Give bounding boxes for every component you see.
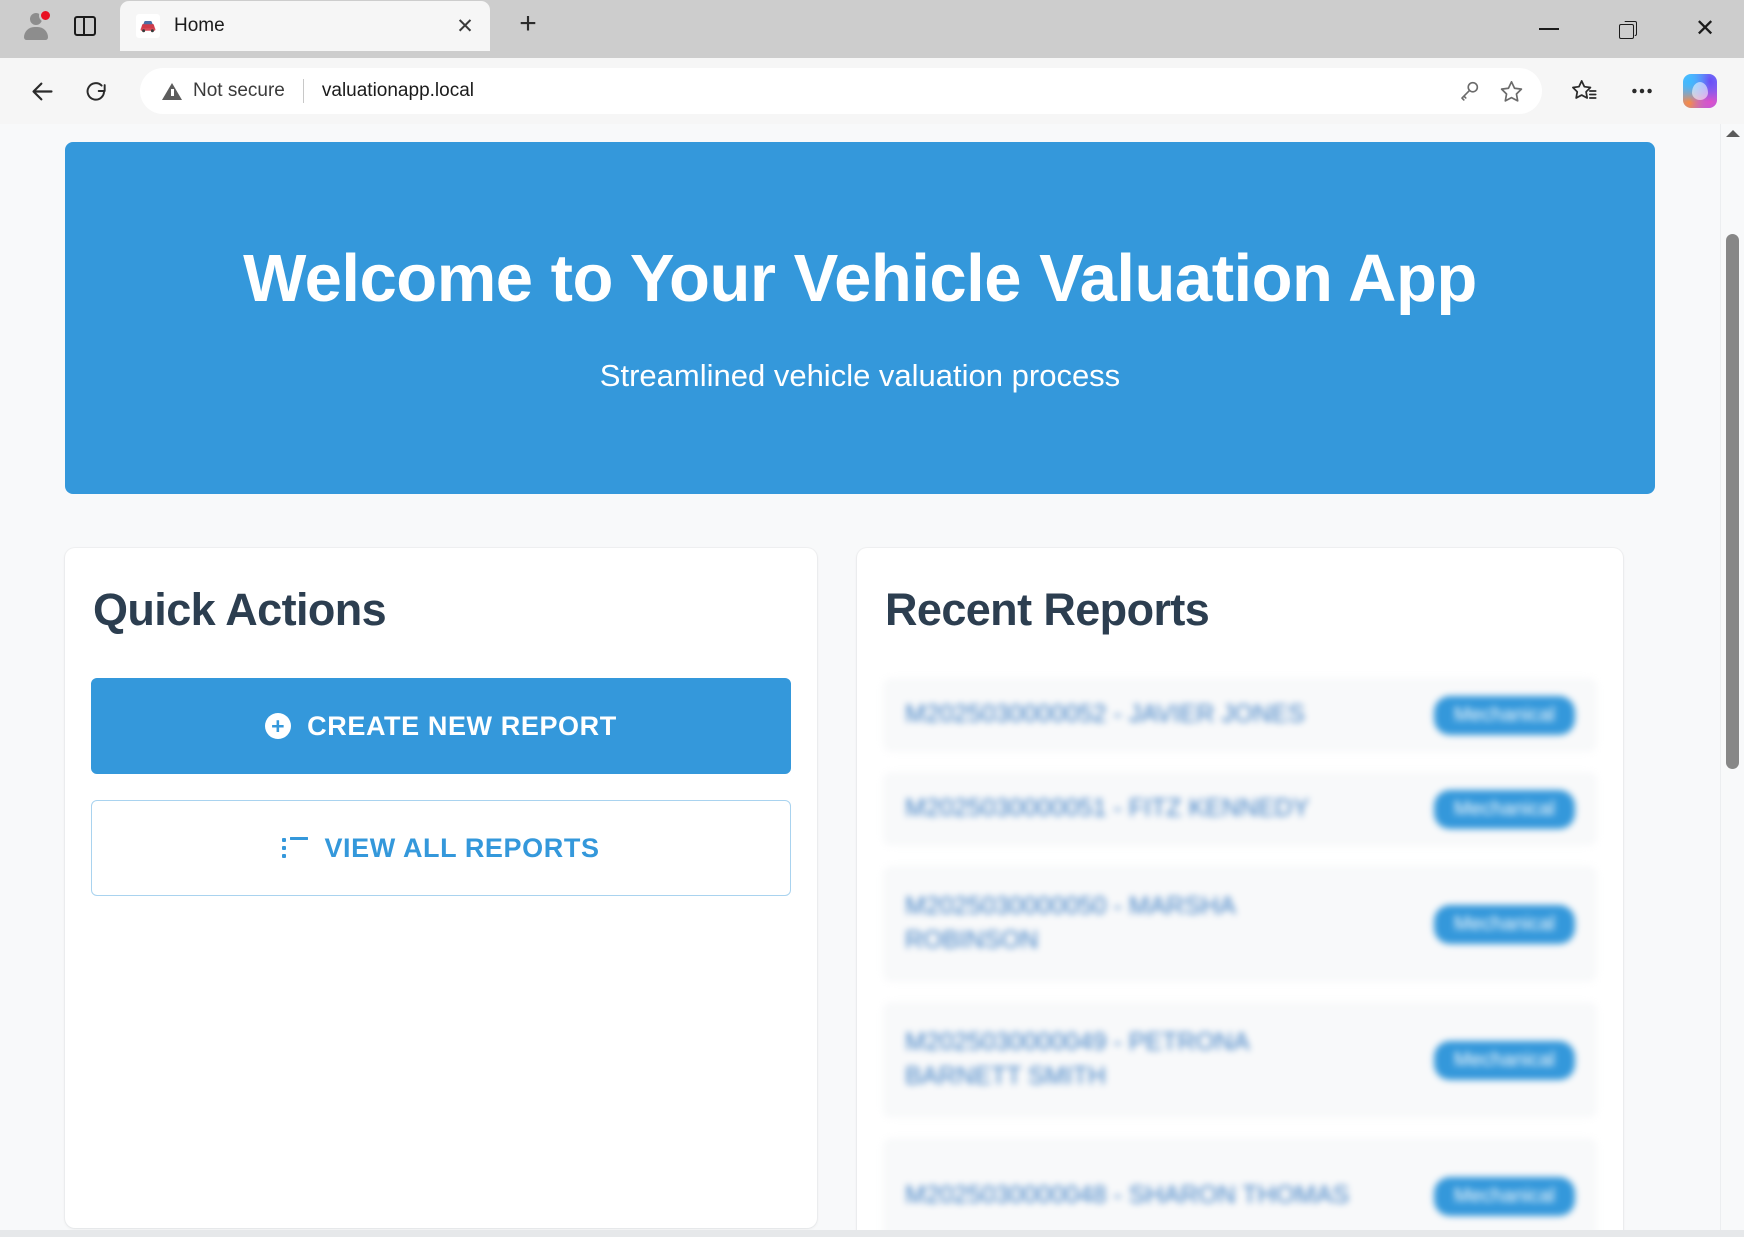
browser-toolbar: Not secure valuationapp.local [0,58,1744,124]
collections-button[interactable] [1558,67,1610,115]
list-item[interactable]: M2025030000052 - JAVIER JONES Mechanical [883,678,1597,752]
page-bottom-strip [0,1230,1744,1237]
status-badge: Mechanical [1433,695,1575,735]
page-title: Welcome to Your Vehicle Valuation App [243,241,1477,317]
report-title: M2025030000050 - MARSHA ROBINSON [905,892,1235,954]
browser-tab-home[interactable]: Home ✕ [120,1,490,51]
status-badge: Mechanical [1433,904,1575,944]
create-new-report-button[interactable]: + CREATE NEW REPORT [91,678,791,774]
view-all-reports-label: VIEW ALL REPORTS [324,832,600,863]
car-favicon-icon [136,14,160,38]
recent-reports-list: M2025030000052 - JAVIER JONES Mechanical… [883,678,1597,1237]
tab-title: Home [174,15,225,36]
address-bar[interactable]: Not secure valuationapp.local [140,68,1542,114]
list-item[interactable]: M2025030000049 - PETRONA BARNETT SMITH M… [883,1002,1597,1118]
plus-circle-icon: + [265,713,292,739]
page-scrollbar[interactable] [1720,124,1744,1237]
window-controls: ✕ [1510,0,1744,58]
copilot-button[interactable] [1674,67,1726,115]
report-title: M2025030000048 - SHARON THOMAS [905,1181,1350,1210]
close-icon: ✕ [1694,15,1716,42]
chevron-up-icon [1725,130,1740,137]
browser-titlebar: Home ✕ + ✕ [0,0,1744,58]
titlebar-left-controls: Home ✕ + [14,0,550,58]
list-item[interactable]: M2025030000051 - FITZ KENNEDY Mechanical [883,772,1597,846]
quick-actions-heading: Quick Actions [93,584,387,635]
quick-actions-card: Quick Actions + CREATE NEW REPORT VIEW A… [65,548,817,1228]
minimize-icon [1539,28,1559,30]
split-screen-button[interactable] [64,5,106,47]
minimize-button[interactable] [1510,0,1588,58]
scrollbar-thumb[interactable] [1726,234,1739,769]
close-window-button[interactable]: ✕ [1666,0,1744,58]
status-badge: Mechanical [1433,1176,1575,1216]
main-columns: Quick Actions + CREATE NEW REPORT VIEW A… [65,548,1655,1237]
password-key-button[interactable] [1448,70,1490,112]
scrollbar-up-button[interactable] [1721,130,1744,137]
view-all-reports-button[interactable]: VIEW ALL REPORTS [91,800,791,896]
page-viewport: Welcome to Your Vehicle Valuation App St… [0,124,1744,1237]
list-item[interactable]: M2025030000048 - SHARON THOMAS Mechanica… [883,1138,1597,1237]
recent-reports-heading: Recent Reports [885,584,1210,635]
star-icon [1500,80,1522,102]
person-icon [21,9,52,41]
list-icon [282,837,309,859]
hero-subtitle: Streamlined vehicle valuation process [599,357,1121,393]
collections-icon [1572,80,1597,99]
report-title: M2025030000052 - JAVIER JONES [905,700,1305,729]
back-button[interactable] [18,67,66,115]
list-item[interactable]: M2025030000050 - MARSHA ROBINSON Mechani… [883,866,1597,982]
reload-icon [86,82,106,101]
report-title: M2025030000049 - PETRONA BARNETT SMITH [905,1028,1249,1090]
hero-banner: Welcome to Your Vehicle Valuation App St… [65,142,1655,494]
back-arrow-icon [31,82,53,100]
tab-close-icon[interactable]: ✕ [450,11,480,41]
ellipsis-icon [1632,88,1652,94]
recent-reports-card: Recent Reports M2025030000052 - JAVIER J… [857,548,1623,1237]
add-favorite-button[interactable] [1490,70,1532,112]
key-icon [1461,81,1479,101]
url-input[interactable]: valuationapp.local [322,80,1448,102]
new-tab-button[interactable]: + [506,2,550,46]
settings-and-more-button[interactable] [1616,67,1668,115]
restore-icon [1619,21,1635,39]
notification-dot-icon [39,9,52,22]
status-badge: Mechanical [1433,1040,1575,1080]
reload-button[interactable] [72,67,120,115]
create-new-report-label: CREATE NEW REPORT [307,710,617,741]
restore-button[interactable] [1588,0,1666,58]
browser-window: Home ✕ + ✕ Not secure valuationapp.local… [0,0,1744,1237]
report-title: M2025030000051 - FITZ KENNEDY [905,794,1310,823]
profile-button[interactable] [14,4,58,48]
not-secure-warning-icon [162,82,182,100]
copilot-icon [1683,74,1717,108]
divider [302,79,304,103]
page-content: Welcome to Your Vehicle Valuation App St… [0,124,1720,1237]
split-screen-icon [74,16,96,36]
security-label[interactable]: Not secure [193,80,285,102]
status-badge: Mechanical [1433,789,1575,829]
